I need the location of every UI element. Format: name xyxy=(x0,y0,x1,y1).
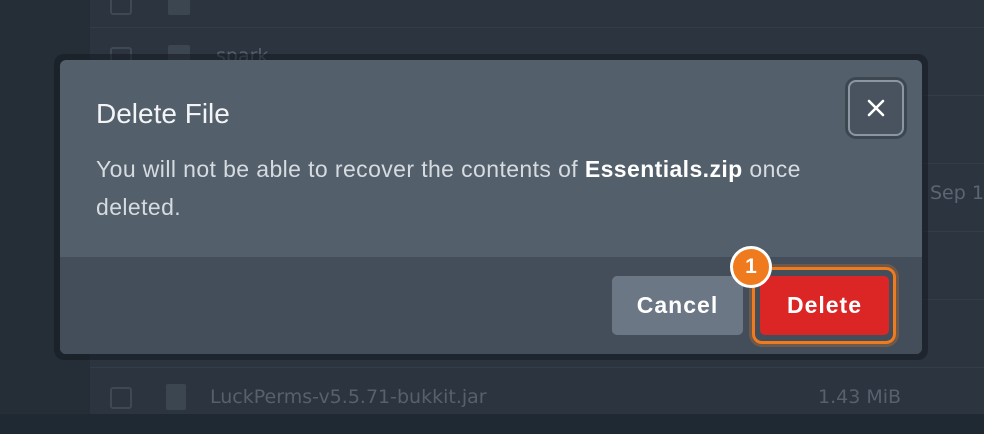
file-row[interactable]: LuckPerms-v5.5.71-bukkit.jar 1.43 MiB xyxy=(90,366,984,434)
row-checkbox[interactable] xyxy=(110,387,132,409)
dialog-message-prefix: You will not be able to recover the cont… xyxy=(96,156,585,182)
file-name-highlight: Essentials.zip xyxy=(584,156,743,182)
folder-icon xyxy=(168,0,190,15)
close-button[interactable] xyxy=(848,80,904,136)
file-row[interactable] xyxy=(90,0,984,28)
cancel-button[interactable]: Cancel xyxy=(612,276,743,335)
dialog-message: You will not be able to recover the cont… xyxy=(96,150,886,226)
file-date: Sep 1 xyxy=(930,182,984,204)
file-archive-icon xyxy=(166,384,186,410)
delete-button[interactable]: Delete xyxy=(760,276,889,335)
close-icon xyxy=(867,99,885,117)
step-number-badge: 1 xyxy=(730,246,772,288)
file-name[interactable]: LuckPerms-v5.5.71-bukkit.jar xyxy=(210,386,487,408)
dialog-title: Delete File xyxy=(96,98,230,129)
file-size: 1.43 MiB xyxy=(818,386,902,408)
row-checkbox[interactable] xyxy=(110,0,132,15)
